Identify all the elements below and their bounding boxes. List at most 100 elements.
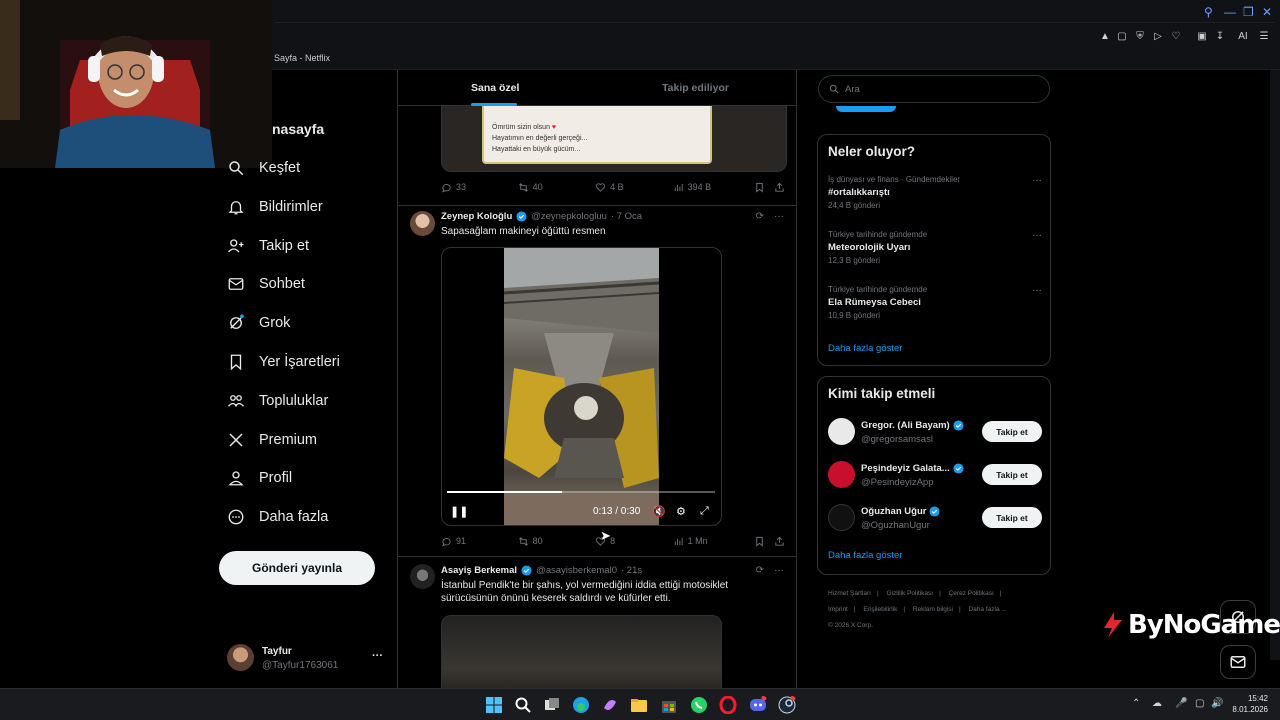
author-name[interactable]: Asayiş Berkemal [441,565,517,576]
post-time[interactable]: · 21s [621,565,642,576]
video-player[interactable]: ❚❚ 0:13 / 0:30 🔇 ⚙ ⤢ [441,247,722,526]
avatar[interactable] [410,564,435,589]
heart-icon[interactable]: ♡ [1170,31,1182,43]
tab-for-you[interactable]: Sana özel [471,82,519,94]
avatar[interactable] [410,211,435,236]
reply-button[interactable]: 33 [441,182,518,193]
repost-button[interactable]: 40 [518,182,596,193]
more-icon[interactable]: ··· [774,565,784,576]
footer-link-more[interactable]: Daha fazla ... [968,606,1006,613]
nav-item-bookmarks[interactable]: Yer İşaretleri [227,348,340,376]
nav-item-profile[interactable]: Profil [227,464,292,492]
account-switcher[interactable]: Tayfur @Tayfur1763061 ··· [227,644,387,674]
mute-icon[interactable]: 🔇 [652,505,666,518]
trend-item[interactable]: İş dünyası ve finans · Gündemdekiler #or… [828,175,1042,210]
more-icon[interactable]: ··· [1032,175,1042,186]
bookmark-button[interactable] [754,182,774,193]
follow-suggestion[interactable]: Oğuzhan Uğur @OguzhanUgur Takip et [828,504,1042,534]
trend-item[interactable]: Türkiye tarihinde gündemde Ela Rümeysa C… [828,285,1042,320]
reply-button[interactable]: 91 [441,536,518,547]
follow-button[interactable]: Takip et [982,507,1042,528]
pin-icon[interactable]: ▲ [1099,31,1111,43]
menu-icon[interactable]: ☰ [1258,31,1270,43]
nav-item-communities[interactable]: Topluluklar [227,387,328,415]
fullscreen-icon[interactable]: ⤢ [700,505,709,518]
screenshot-icon[interactable]: ▢ [1116,31,1128,43]
nav-home-label[interactable]: nasayfa [272,121,324,137]
nav-item-explore[interactable]: Keşfet [227,154,300,182]
microphone-icon[interactable]: 🎤 [1175,698,1187,709]
author-handle[interactable]: @zeynepkologluu [531,211,607,222]
like-button[interactable]: 4 B [595,182,673,193]
post-image[interactable]: Ömrüm sizin olsun ♥ Hayatımın en değerli… [441,106,787,172]
follow-button[interactable]: Takip et [982,421,1042,442]
footer-link-privacy[interactable]: Gizlilik Politikası [887,590,934,597]
browser-tab[interactable]: Sayfa - Netflix [274,53,330,63]
whatsapp-icon[interactable] [690,696,708,714]
task-view-icon[interactable] [543,696,561,714]
volume-icon[interactable]: 🔊 [1211,698,1223,709]
author-handle[interactable]: @asayisberkemal0 [536,565,617,576]
discord-icon[interactable] [749,696,767,714]
follow-button[interactable]: Takip et [982,464,1042,485]
restore-icon[interactable]: ❐ [1243,5,1254,19]
copilot-icon[interactable] [601,696,619,714]
close-icon[interactable]: ✕ [1262,5,1272,19]
messages-floating-button[interactable] [1220,645,1256,679]
trends-show-more-link[interactable]: Daha fazla göster [828,343,902,354]
edge-icon[interactable] [572,696,590,714]
steam-icon[interactable] [778,696,796,714]
play-icon[interactable]: ▷ [1152,31,1164,43]
footer-link-ads-info[interactable]: Reklam bilgisi [913,606,953,613]
more-icon[interactable]: ··· [1032,230,1042,241]
trend-item[interactable]: Türkiye tarihinde gündemde Meteorolojik … [828,230,1042,265]
ai-icon[interactable]: AI [1234,31,1252,43]
grok-icon[interactable]: ⟳ [756,565,764,576]
footer-link-imprint[interactable]: Imprint [828,606,848,613]
search-icon[interactable] [514,696,532,714]
more-icon[interactable]: ··· [1032,285,1042,296]
bookmark-button[interactable] [754,536,774,547]
onedrive-icon[interactable]: ☁ [1152,698,1162,709]
pause-icon[interactable]: ❚❚ [450,505,468,518]
share-button[interactable] [774,536,786,547]
share-button[interactable] [774,182,786,193]
file-explorer-icon[interactable] [630,696,648,714]
wallet-icon[interactable]: ▣ [1196,31,1208,43]
download-icon[interactable]: ↧ [1214,31,1226,43]
repost-button[interactable]: 80 [518,536,596,547]
post-button[interactable]: Gönderi yayınla [219,551,375,585]
follow-suggestion[interactable]: Gregor. (Ali Bayam) @gregorsamsasl Takip… [828,418,1042,448]
opera-icon[interactable] [719,696,737,714]
store-icon[interactable] [660,696,678,714]
footer-link-accessibility[interactable]: Erişilebilirlik [863,606,897,613]
nav-item-grok[interactable]: Grok [227,309,290,337]
search-icon[interactable]: ⚲ [1204,5,1213,19]
views-button[interactable]: 394 B [673,182,755,193]
follow-suggestion[interactable]: Peşindeyiz Galata... @PesindeyizApp Taki… [828,461,1042,491]
settings-icon[interactable]: ⚙ [676,505,686,518]
tray-overflow-icon[interactable]: ⌃ [1132,698,1140,709]
video-progress-bar[interactable] [447,491,715,493]
video-player[interactable] [441,615,722,690]
grok-icon[interactable]: ⟳ [756,211,764,222]
windows-start-icon[interactable] [485,696,503,714]
nav-item-follow[interactable]: Takip et [227,232,309,260]
search-input[interactable]: Ara [818,75,1050,103]
more-icon[interactable]: ··· [774,211,784,222]
shield-icon[interactable]: ⛨ [1134,31,1146,43]
minimize-icon[interactable]: — [1224,5,1236,19]
footer-link-cookies[interactable]: Çerez Politikası [949,590,994,597]
more-icon[interactable]: ··· [372,650,383,662]
nav-item-more[interactable]: Daha fazla [227,503,328,531]
nav-item-notifications[interactable]: Bildirimler [227,193,323,221]
tab-following[interactable]: Takip ediliyor [662,82,729,94]
post-time[interactable]: · 7 Oca [611,211,642,222]
footer-link-terms[interactable]: Hizmet Şartları [828,590,871,597]
who-show-more-link[interactable]: Daha fazla göster [828,550,902,561]
views-button[interactable]: 1 Mn [673,536,755,547]
nav-item-chat[interactable]: Sohbet [227,270,305,298]
clock[interactable]: 15:42 8.01.2026 [1232,693,1268,715]
monitor-icon[interactable]: ▢ [1195,698,1204,709]
nav-item-premium[interactable]: Premium [227,426,317,454]
